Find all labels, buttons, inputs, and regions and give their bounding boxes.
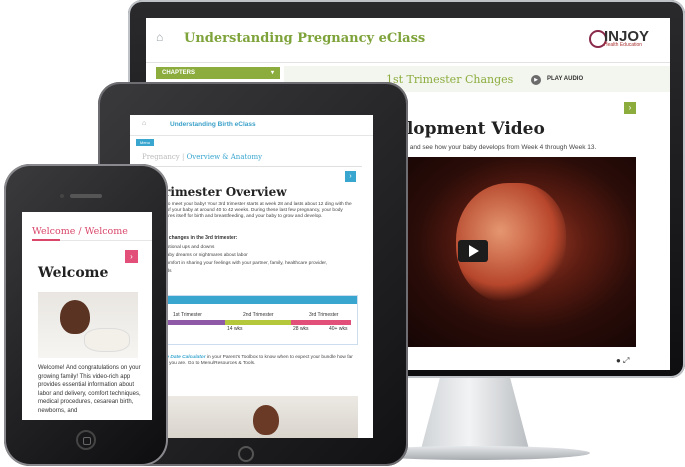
breadcrumb-underline (32, 239, 60, 241)
chevron-down-icon: ▾ (270, 70, 274, 76)
mother-baby-photo (38, 292, 138, 358)
breadcrumb-current: Welcome (84, 226, 128, 237)
section-title: 1st Trimester Changes (386, 73, 514, 86)
home-icon[interactable]: ⌂ (142, 120, 146, 127)
list-item: g comfort in sharing your feelings with … (160, 261, 328, 266)
monitor-stand (420, 378, 530, 453)
chapters-dropdown[interactable]: CHAPTERS ▾ (156, 67, 280, 79)
play-audio-button[interactable]: PLAY AUDIO (547, 76, 583, 82)
phone-camera (60, 194, 64, 198)
next-arrow-icon[interactable]: › (624, 102, 636, 114)
photo-mother (60, 300, 90, 334)
photo-baby (84, 328, 130, 352)
phone-speaker (70, 194, 102, 198)
welcome-text: Welcome! And congratulations on your gro… (38, 365, 141, 414)
phone-screen: Welcome / Welcome › Welcome Welcome! And… (22, 212, 152, 420)
page-title: Welcome (38, 265, 109, 281)
breadcrumb-separator: / (75, 226, 85, 237)
intro-paragraph: time to meet your baby! Your 3rd trimest… (156, 202, 352, 219)
timeline-label-t2: 2nd Trimester (243, 312, 274, 318)
toolbox-note: e Due Date Calculator in your Parent's T… (156, 355, 356, 367)
photo-subject (253, 405, 279, 435)
play-icon[interactable] (458, 240, 488, 262)
pregnancy-timeline: y Timeline 1st Trimester 2nd Trimester 3… (142, 295, 358, 345)
breadcrumb-separator: | (179, 153, 187, 161)
menu-button[interactable]: Menu (136, 139, 154, 146)
timeline-bar-t3 (291, 320, 351, 325)
next-arrow-icon[interactable]: › (345, 171, 356, 182)
monitor-app-title: Understanding Pregnancy eClass (184, 31, 426, 46)
page-title: Trimester Overview (156, 185, 287, 199)
fullscreen-icon[interactable]: ● ⤢ (616, 356, 629, 366)
divider (60, 240, 152, 241)
list-heading: sible changes in the 3rd trimester: (156, 235, 238, 241)
timeline-week-28: 28 wks (293, 326, 309, 332)
video-heading: elopment Video (396, 119, 545, 139)
list-item: emotional ups and downs (160, 245, 215, 250)
brand-logo: INJOY Health Education (604, 28, 649, 48)
breadcrumb-parent[interactable]: Pregnancy (142, 153, 180, 161)
play-audio-icon[interactable]: ▶ (531, 75, 541, 85)
timeline-label-t3: 3rd Trimester (309, 312, 339, 318)
mother-photo (158, 396, 358, 438)
timeline-week-40: 40+ wks (329, 326, 348, 332)
divider (142, 166, 362, 167)
breadcrumb-parent[interactable]: Welcome (32, 226, 75, 237)
breadcrumb-current: Overview & Anatomy (186, 153, 263, 161)
timeline-header: y Timeline (143, 296, 357, 304)
home-icon[interactable]: ⌂ (156, 30, 170, 44)
phone-home-button[interactable] (76, 430, 96, 450)
tablet-home-button[interactable] (238, 446, 254, 462)
breadcrumb: Welcome / Welcome (32, 226, 128, 237)
timeline-bar-t2 (225, 320, 291, 325)
timeline-label-t1: 1st Trimester (173, 312, 202, 318)
chapters-label: CHAPTERS (162, 70, 196, 76)
next-arrow-icon[interactable]: › (125, 250, 138, 263)
timeline-week-14: 14 wks (227, 326, 243, 332)
video-description: eels and see how your baby develops from… (396, 144, 597, 151)
breadcrumb: Pregnancy | Overview & Anatomy (142, 153, 262, 161)
tablet-app-title: Understanding Birth eClass (170, 121, 256, 128)
list-item: e baby dreams or nightmares about labor (160, 253, 248, 258)
